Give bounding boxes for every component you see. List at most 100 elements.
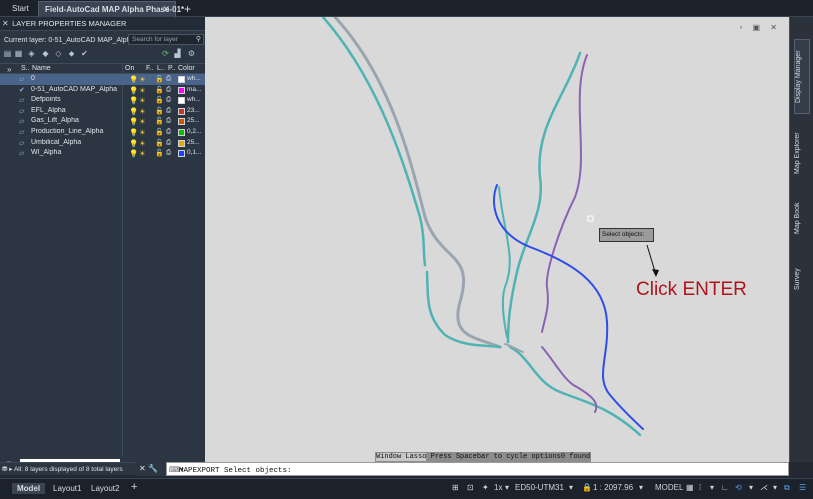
annotation-scale[interactable]: 1x: [494, 483, 502, 492]
column-name[interactable]: Name: [32, 65, 51, 72]
lightbulb-icon[interactable]: 💡: [129, 117, 138, 126]
gear-icon[interactable]: ⚙: [186, 48, 197, 59]
chevron-down-icon[interactable]: ▾: [505, 483, 509, 492]
color-swatch[interactable]: [178, 76, 185, 83]
color-swatch[interactable]: [178, 86, 185, 94]
pipeline-teal-4[interactable]: [498, 186, 511, 338]
layer-status-icon[interactable]: ▱: [19, 149, 29, 157]
layer-status-icon[interactable]: ▱: [19, 107, 29, 115]
printer-icon[interactable]: ⎙: [166, 128, 171, 136]
chevron-down-icon[interactable]: ▾: [749, 483, 753, 492]
close-command-line-icon[interactable]: ✕: [139, 464, 146, 473]
layer-row[interactable]: ▱ Umbilical_Alpha 💡 ☀ 🔓 ⎙ 25...: [0, 138, 205, 149]
layer-name[interactable]: 0: [31, 75, 119, 82]
new-group-filter-icon[interactable]: ▦: [13, 48, 24, 59]
layer-row[interactable]: ▱ Gas_Lift_Alpha 💡 ☀ 🔓 ⎙ 25...: [0, 116, 205, 127]
new-tab-button[interactable]: +: [178, 0, 194, 16]
unlock-icon[interactable]: 🔓: [155, 149, 164, 157]
layer-name[interactable]: Defpoints: [31, 96, 119, 103]
layer-row[interactable]: ▱ WI_Alpha 💡 ☀ 🔓 ⎙ 0,1...: [0, 148, 205, 159]
lightbulb-icon[interactable]: 💡: [129, 107, 138, 116]
column-plot[interactable]: P..: [168, 65, 176, 72]
set-current-icon[interactable]: ✔: [79, 48, 90, 59]
pipeline-blue[interactable]: [493, 184, 644, 430]
sun-icon[interactable]: ☀: [139, 107, 146, 116]
new-vp-frozen-layer-icon[interactable]: ◇: [53, 48, 64, 59]
color-swatch[interactable]: [178, 139, 185, 147]
ortho-icon[interactable]: ∟: [721, 483, 729, 492]
new-layout-button[interactable]: +: [126, 480, 142, 494]
column-color[interactable]: Color: [178, 65, 195, 72]
column-status[interactable]: S..: [21, 65, 30, 72]
layout-tab-model[interactable]: Model: [12, 483, 46, 494]
lightbulb-icon[interactable]: 💡: [129, 149, 138, 158]
viewport-window-controls[interactable]: ▫ ▣ ✕: [739, 23, 781, 32]
color-swatch[interactable]: [178, 128, 185, 136]
layer-name[interactable]: Gas_Lift_Alpha: [31, 117, 119, 124]
printer-icon[interactable]: ⎙: [166, 117, 171, 125]
layer-row[interactable]: ▱ Defpoints 💡 ☀ 🔓 ⎙ wh...: [0, 95, 205, 106]
printer-icon[interactable]: ⎙: [166, 86, 171, 94]
customize-status-icon[interactable]: ☰: [799, 483, 806, 492]
lock-icon[interactable]: 🔒: [582, 483, 592, 492]
annotation-visibility-icon[interactable]: ✦: [482, 483, 489, 492]
sun-icon[interactable]: ☀: [139, 139, 146, 148]
layout-tab-layout2[interactable]: Layout2: [86, 483, 124, 494]
lightbulb-icon[interactable]: 💡: [129, 139, 138, 148]
layer-status-icon[interactable]: ▱: [19, 117, 29, 125]
printer-icon[interactable]: ⎙: [166, 139, 171, 147]
layer-status-icon[interactable]: ▱: [19, 128, 29, 136]
tab-start[interactable]: Start: [6, 1, 38, 17]
tab-map-explorer[interactable]: Map Explorer: [794, 119, 810, 187]
new-property-filter-icon[interactable]: ▤: [2, 48, 13, 59]
column-lock[interactable]: L..: [157, 65, 165, 72]
pipeline-purple[interactable]: [541, 54, 588, 333]
grid-icon[interactable]: ⊞: [452, 483, 459, 492]
lightbulb-icon[interactable]: 💡: [129, 96, 138, 105]
color-swatch[interactable]: [178, 150, 185, 158]
column-on[interactable]: On: [125, 65, 134, 72]
unlock-icon[interactable]: 🔓: [155, 139, 164, 147]
command-line-input[interactable]: ⌨▾MAPEXPORT Select objects:: [166, 462, 789, 476]
unlock-icon[interactable]: 🔓: [155, 86, 164, 94]
customize-icon[interactable]: 🔧: [148, 464, 158, 473]
osnap-icon[interactable]: ⧉: [784, 483, 790, 493]
chevron-down-icon[interactable]: ▾: [569, 483, 573, 492]
chevron-down-icon[interactable]: ▾: [639, 483, 643, 492]
color-swatch[interactable]: [178, 107, 185, 115]
lightbulb-icon[interactable]: 💡: [129, 75, 138, 84]
layer-status-icon[interactable]: ▱: [19, 96, 29, 104]
sun-icon[interactable]: ☀: [139, 149, 146, 158]
map-scale[interactable]: 1 : 2097.96: [593, 483, 633, 492]
sun-icon[interactable]: ☀: [139, 128, 146, 137]
tab-close-icon[interactable]: ✕: [162, 4, 170, 15]
tab-map-book[interactable]: Map Book: [794, 195, 810, 241]
polar-tracking-icon[interactable]: ⟲: [735, 483, 742, 492]
layer-search-input[interactable]: Search for layer ⚲: [128, 34, 204, 45]
layer-name[interactable]: WI_Alpha: [31, 149, 119, 156]
layer-name[interactable]: Production_Line_Alpha: [31, 128, 119, 135]
chevron-down-icon[interactable]: ▾: [773, 483, 777, 492]
unlock-icon[interactable]: 🔓: [155, 128, 164, 136]
printer-icon[interactable]: ⎙: [166, 149, 171, 157]
printer-icon[interactable]: ⎙: [166, 75, 171, 83]
lightbulb-icon[interactable]: 💡: [129, 86, 138, 95]
current-layer-check-icon[interactable]: ✔: [19, 86, 29, 94]
column-freeze[interactable]: F..: [146, 65, 153, 72]
refresh-icon[interactable]: ⟳: [160, 48, 171, 59]
new-layer-icon[interactable]: ◆: [40, 48, 51, 59]
isodraft-icon[interactable]: ⋌: [760, 483, 768, 492]
layer-row[interactable]: ✔ 0-51_AutoCAD MAP_Alpha 💡 ☀ 🔓 ⎙ ma...: [0, 85, 205, 96]
layer-name[interactable]: 0-51_AutoCAD MAP_Alpha: [31, 86, 119, 93]
color-swatch[interactable]: [178, 118, 185, 126]
layer-status-icon[interactable]: ▱: [19, 75, 29, 83]
printer-icon[interactable]: ⎙: [166, 107, 171, 115]
sun-icon[interactable]: ☀: [139, 75, 146, 84]
layer-name[interactable]: Umbilical_Alpha: [31, 139, 119, 146]
layer-status-icon[interactable]: ▱: [19, 139, 29, 147]
sun-icon[interactable]: ☀: [139, 86, 146, 95]
layer-row[interactable]: ▱ Production_Line_Alpha 💡 ☀ 🔓 ⎙ 0,2...: [0, 127, 205, 138]
unlock-icon[interactable]: 🔓: [155, 107, 164, 115]
drawing-canvas[interactable]: ▫ ▣ ✕ Select objects: Click ENTER Window…: [205, 17, 789, 462]
palette-titlebar[interactable]: ✕ LAYER PROPERTIES MANAGER: [0, 17, 205, 31]
